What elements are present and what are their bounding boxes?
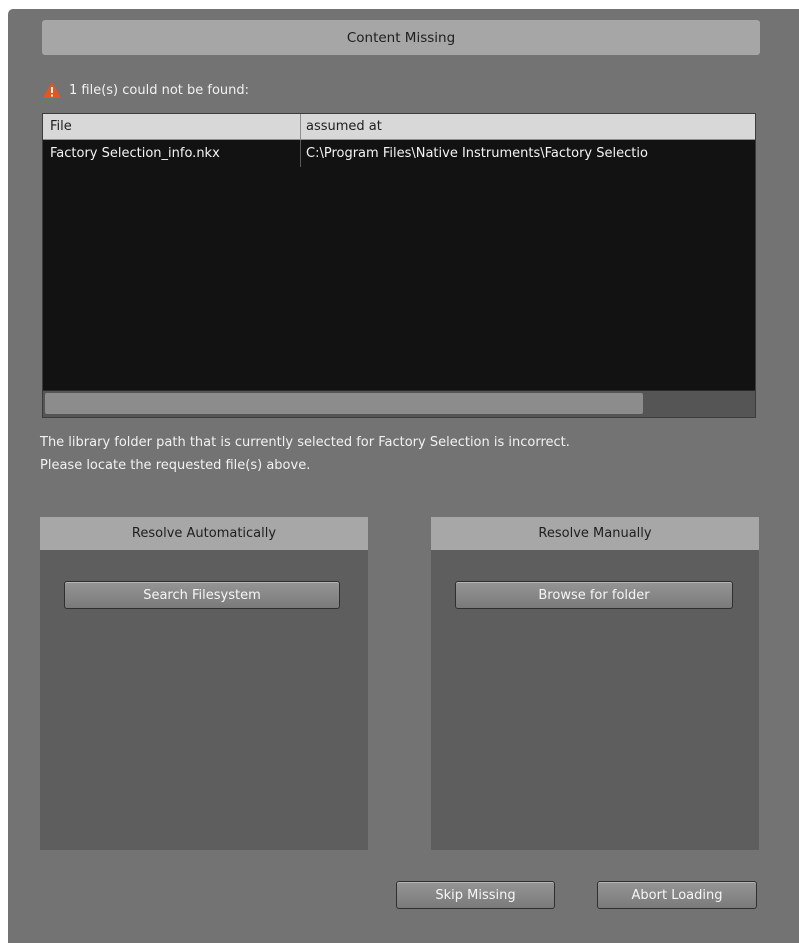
scrollbar-thumb[interactable] — [45, 393, 643, 414]
table-header: File assumed at — [43, 114, 755, 140]
warning-row: 1 file(s) could not be found: — [42, 80, 249, 100]
info-message-line-1: The library folder path that is currentl… — [40, 435, 570, 450]
browse-for-folder-button[interactable]: Browse for folder — [455, 581, 733, 609]
dialog-title-bar: Content Missing — [42, 20, 760, 55]
column-header-assumed-at[interactable]: assumed at — [301, 114, 755, 139]
missing-files-table[interactable]: File assumed at Factory Selection_info.n… — [42, 113, 756, 418]
search-filesystem-button[interactable]: Search Filesystem — [64, 581, 340, 609]
horizontal-scrollbar[interactable] — [43, 390, 755, 417]
table-row[interactable]: Factory Selection_info.nkx C:\Program Fi… — [43, 140, 755, 167]
warning-triangle-icon — [42, 81, 62, 99]
assumed-path-cell: C:\Program Files\Native Instruments\Fact… — [306, 146, 648, 161]
info-message-line-2: Please locate the requested file(s) abov… — [40, 458, 311, 473]
resolve-manually-title: Resolve Manually — [431, 517, 759, 550]
warning-text: 1 file(s) could not be found: — [69, 82, 250, 98]
abort-loading-button[interactable]: Abort Loading — [597, 881, 757, 909]
skip-missing-button[interactable]: Skip Missing — [396, 881, 555, 909]
resolve-automatically-title: Resolve Automatically — [40, 517, 368, 550]
dialog-title: Content Missing — [346, 29, 456, 46]
resolve-automatically-panel: Resolve Automatically Search Filesystem — [40, 517, 368, 850]
file-name-cell: Factory Selection_info.nkx — [43, 140, 301, 167]
resolve-manually-panel: Resolve Manually Browse for folder — [431, 517, 759, 850]
column-header-file[interactable]: File — [43, 114, 301, 139]
info-message: The library folder path that is currentl… — [40, 431, 760, 477]
